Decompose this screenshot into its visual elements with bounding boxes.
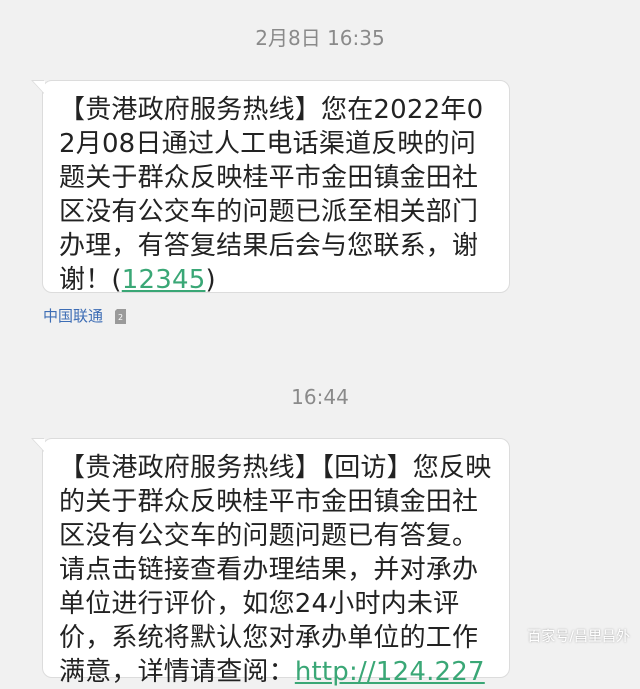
message-text-tail: ) [205, 265, 216, 295]
message-text: 【贵港政府服务热线】【回访】您反映的关于群众反映桂平市金田镇金田社区没有公交车的… [59, 453, 492, 687]
message-timestamp: 16:44 [291, 385, 349, 409]
message-timestamp: 2月8日 16:35 [255, 26, 385, 50]
phone-link[interactable]: 12345 [122, 265, 206, 295]
carrier-name: 中国联通 [43, 307, 104, 325]
watermark: 百家号/昌里昌外 [527, 629, 630, 645]
result-link[interactable]: http://124.227 [295, 657, 485, 687]
sim-carrier-info: 中国联通 2 [43, 306, 127, 326]
message-bubble[interactable]: 【贵港政府服务热线】您在2022年02月08日通过人工电话渠道反映的问题关于群众… [31, 80, 510, 295]
sim-card-2-icon: 2 [115, 308, 127, 324]
svg-text:2: 2 [118, 313, 123, 322]
message-bubble[interactable]: 【贵港政府服务热线】【回访】您反映的关于群众反映桂平市金田镇金田社区没有公交车的… [31, 438, 510, 687]
